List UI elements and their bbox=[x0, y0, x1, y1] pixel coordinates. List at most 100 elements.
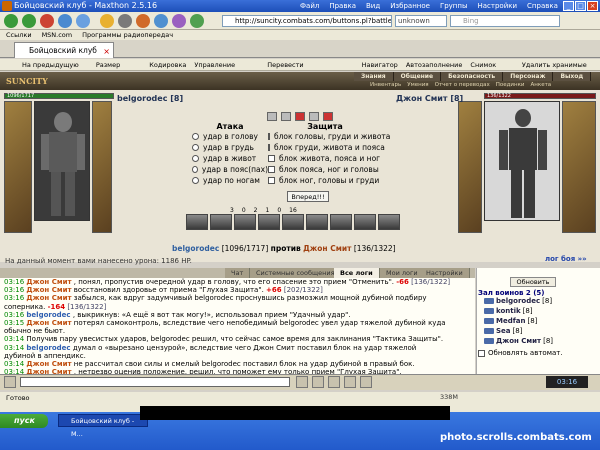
game-menu-chat[interactable]: Общение bbox=[393, 72, 442, 81]
maximize-button[interactable]: □ bbox=[575, 1, 586, 11]
player-right-name[interactable]: Джон Смит [8] bbox=[396, 94, 463, 103]
toolbar2-item[interactable]: Перевести bbox=[267, 59, 303, 70]
start-button[interactable]: пуск bbox=[0, 414, 48, 428]
ability-button[interactable] bbox=[258, 214, 280, 230]
defense-option-1[interactable]: блок головы, груди и живота bbox=[268, 131, 390, 142]
refresh-icon[interactable] bbox=[58, 14, 72, 28]
encoding-select[interactable]: unknown bbox=[395, 15, 447, 27]
ability-button[interactable] bbox=[234, 214, 256, 230]
send-icon[interactable] bbox=[296, 376, 308, 388]
battle-log-link[interactable]: лог боя »» bbox=[545, 255, 587, 263]
attack-option-groin[interactable]: удар в пояс(пах) bbox=[192, 164, 268, 175]
ability-button[interactable] bbox=[354, 214, 376, 230]
tab-settings[interactable]: Настройки bbox=[420, 268, 470, 278]
screen-icon[interactable] bbox=[154, 14, 168, 28]
close-icon[interactable]: × bbox=[103, 44, 110, 59]
toolbar2-item[interactable]: Размер шрифта bbox=[96, 59, 141, 81]
taskbar-item[interactable]: Бойцовский клуб - M... bbox=[58, 414, 148, 438]
smile-icon[interactable] bbox=[312, 376, 324, 388]
toolbar2-item[interactable]: Снимок экрана bbox=[470, 59, 513, 81]
attack-option-belly[interactable]: удар в живот bbox=[192, 153, 268, 164]
submenu-inventory[interactable]: Инвентарь bbox=[370, 81, 401, 89]
toolbar2-item[interactable]: Удалить хранимые данные bbox=[522, 59, 600, 81]
game-menu-security[interactable]: Безопасность bbox=[441, 72, 504, 81]
attack-option-head[interactable]: удар в голову bbox=[192, 131, 268, 142]
ability-button[interactable] bbox=[282, 214, 304, 230]
chat-player[interactable]: Джон Смит bbox=[26, 278, 71, 286]
stop-icon[interactable] bbox=[40, 14, 54, 28]
toolbar2-item[interactable]: Управление загрузкой bbox=[194, 59, 259, 81]
attack-option-chest[interactable]: удар в грудь bbox=[192, 142, 268, 153]
vs-right-name[interactable]: Джон Смит bbox=[303, 244, 351, 253]
attack-go-button[interactable]: Вперед!!! bbox=[287, 191, 329, 202]
refresh-button[interactable]: Обновить bbox=[510, 277, 556, 287]
game-menu-knowledge[interactable]: Знания bbox=[354, 72, 394, 81]
tab-combats[interactable]: Бойцовский клуб × bbox=[14, 42, 114, 58]
chat-option-icon[interactable] bbox=[4, 376, 16, 388]
links-item[interactable]: Ссылки bbox=[6, 30, 32, 40]
vs-left-name[interactable]: belgorodec bbox=[172, 244, 219, 253]
mail-icon[interactable] bbox=[190, 14, 204, 28]
favorites-icon[interactable] bbox=[100, 14, 114, 28]
left-equipment-slots-2[interactable] bbox=[92, 101, 112, 233]
defense-option-3[interactable]: блок живота, пояса и ног bbox=[268, 153, 382, 164]
tab-all-logs[interactable]: Все логи bbox=[334, 268, 380, 278]
submenu-profile[interactable]: Анкета bbox=[531, 81, 552, 89]
links-item[interactable]: MSN.com bbox=[42, 30, 73, 40]
menu-groups[interactable]: Группы bbox=[440, 0, 468, 12]
autorefresh-toggle[interactable]: Обновлять автомат. bbox=[478, 349, 563, 357]
defense-option-5[interactable]: блок ног, головы и груди bbox=[268, 175, 382, 186]
submenu-transfers[interactable]: Отчет о переводах bbox=[435, 81, 490, 89]
right-equipment-slots-2[interactable] bbox=[562, 101, 596, 233]
filter-icon[interactable] bbox=[344, 376, 356, 388]
right-equipment-slots[interactable] bbox=[458, 101, 482, 233]
toolbar2-item[interactable]: Автозаполнение bbox=[406, 59, 463, 70]
ability-button[interactable] bbox=[210, 214, 232, 230]
user-item[interactable]: Sea [8] bbox=[484, 327, 522, 335]
ability-button[interactable] bbox=[306, 214, 328, 230]
chat-player[interactable]: Джон Смит bbox=[26, 286, 71, 294]
forward-icon[interactable] bbox=[22, 14, 36, 28]
submenu-fights[interactable]: Поединки bbox=[496, 81, 525, 89]
tab-chat[interactable]: Чат bbox=[225, 268, 251, 278]
user-item[interactable]: kontik [8] bbox=[484, 307, 533, 315]
chat-input[interactable] bbox=[20, 377, 290, 387]
translit-icon[interactable] bbox=[360, 376, 372, 388]
ability-button[interactable] bbox=[378, 214, 400, 230]
defense-option-2[interactable]: блок груди, живота и пояса bbox=[268, 142, 385, 153]
links-item[interactable]: Программы радиопередач bbox=[82, 30, 173, 40]
defense-option-4[interactable]: блок пояса, ног и головы bbox=[268, 164, 382, 175]
chat-player[interactable]: belgorodec bbox=[26, 344, 70, 352]
player-left-name[interactable]: belgorodec [8] bbox=[117, 94, 183, 103]
chat-player[interactable]: Джон Смит bbox=[26, 294, 71, 302]
back-icon[interactable] bbox=[4, 14, 18, 28]
toolbar2-item[interactable]: Навигатор bbox=[362, 59, 398, 70]
menu-view[interactable]: Вид bbox=[366, 0, 380, 12]
menu-settings[interactable]: Настройки bbox=[478, 0, 518, 12]
ability-button[interactable] bbox=[186, 214, 208, 230]
user-item[interactable]: Medfan [8] bbox=[484, 317, 537, 325]
tools-icon[interactable] bbox=[172, 14, 186, 28]
toolbar2-item[interactable]: Кодировка bbox=[149, 59, 186, 70]
feed-icon[interactable] bbox=[136, 14, 150, 28]
attack-option-legs[interactable]: удар по ногам bbox=[192, 175, 268, 186]
close-button[interactable]: × bbox=[587, 1, 598, 11]
left-equipment-slots[interactable] bbox=[4, 101, 32, 233]
address-bar[interactable]: http://suncity.combats.com/buttons.pl?ba… bbox=[222, 15, 392, 27]
clear-icon[interactable] bbox=[328, 376, 340, 388]
ability-button[interactable] bbox=[330, 214, 352, 230]
menu-edit[interactable]: Правка bbox=[329, 0, 356, 12]
game-menu-character[interactable]: Персонаж bbox=[503, 72, 554, 81]
search-input[interactable]: Bing bbox=[450, 15, 560, 27]
user-item[interactable]: Джон Смит [8] bbox=[484, 337, 553, 345]
submenu-skills[interactable]: Умения bbox=[407, 81, 428, 89]
tab-system[interactable]: Системные сообщения bbox=[250, 268, 342, 278]
chat-player[interactable]: Джон Смит bbox=[26, 319, 71, 327]
tab-my-logs[interactable]: Мои логи bbox=[380, 268, 425, 278]
home-icon[interactable] bbox=[76, 14, 90, 28]
minimize-button[interactable]: _ bbox=[563, 1, 574, 11]
menu-favorites[interactable]: Избранное bbox=[390, 0, 430, 12]
chat-player[interactable]: Джон Смит bbox=[26, 360, 71, 368]
user-item[interactable]: belgorodec [8] bbox=[484, 297, 552, 305]
history-icon[interactable] bbox=[118, 14, 132, 28]
